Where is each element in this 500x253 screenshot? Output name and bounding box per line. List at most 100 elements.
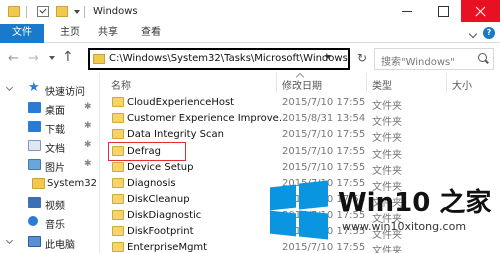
folder-icon <box>112 178 124 188</box>
column-type[interactable]: 类型 <box>372 77 392 92</box>
folder-icon <box>112 194 124 204</box>
back-arrow-icon[interactable]: ← <box>8 51 19 66</box>
toolbar-separator <box>26 6 27 18</box>
search-placeholder: 搜索"Windows" <box>381 57 455 68</box>
ribbon-tabs: 文件 主页 共享 查看 ? <box>0 24 500 43</box>
address-history-chevron-down-icon[interactable] <box>325 55 331 59</box>
search-icon[interactable] <box>478 53 487 62</box>
folder-icon <box>32 178 45 189</box>
file-name: CloudExperienceHost <box>127 97 235 108</box>
column-divider[interactable] <box>276 73 277 93</box>
sidebar-item-pictures[interactable]: 图片 ✱ <box>0 155 100 175</box>
picture-icon <box>28 159 41 170</box>
column-header: 名称 修改日期 类型 大小 <box>100 72 500 93</box>
help-icon[interactable]: ? <box>483 27 495 39</box>
file-type: 文件夹 <box>372 150 402 161</box>
pin-icon: ✱ <box>84 140 92 150</box>
sidebar-item-label: 下载 <box>45 125 65 136</box>
sidebar-item-quick-access[interactable]: ★ 快速访问 <box>0 79 100 99</box>
folder-icon[interactable] <box>8 6 20 17</box>
file-name: Diagnosis <box>127 178 176 189</box>
file-row[interactable]: CloudExperienceHost 2015/7/10 17:55 文件夹 <box>100 95 500 112</box>
file-name: Customer Experience Improve... <box>127 113 289 124</box>
column-divider[interactable] <box>366 73 367 93</box>
recent-locations-chevron-down-icon[interactable] <box>49 56 55 60</box>
sidebar-item-label: 视频 <box>45 201 65 212</box>
pin-icon: ✱ <box>84 159 92 169</box>
maximize-button[interactable] <box>424 0 462 22</box>
file-type: 文件夹 <box>372 133 402 144</box>
file-name: Device Setup <box>127 162 194 173</box>
up-arrow-icon[interactable]: ↑ <box>62 49 74 65</box>
new-folder-icon[interactable] <box>56 6 68 17</box>
folder-icon <box>93 54 105 64</box>
windows-logo-icon <box>270 180 328 240</box>
properties-icon[interactable] <box>37 6 49 17</box>
pin-icon: ✱ <box>84 102 92 112</box>
expand-chevron-icon[interactable] <box>5 83 14 92</box>
folder-icon <box>112 113 124 123</box>
file-date: 2015/7/10 17:55 <box>282 97 366 108</box>
column-divider[interactable] <box>446 73 447 93</box>
tab-share[interactable]: 共享 <box>98 24 118 43</box>
sidebar-item-label: 文档 <box>45 144 65 155</box>
sidebar-item-music[interactable]: 音乐 <box>0 212 100 232</box>
watermark-logo: Win10 之家 www.win10xitong.com <box>270 170 500 253</box>
sidebar-item-videos[interactable]: 视频 <box>0 193 100 213</box>
minimize-button[interactable] <box>388 0 426 22</box>
download-icon <box>28 121 41 132</box>
tab-file[interactable]: 文件 <box>0 24 44 43</box>
expand-chevron-icon[interactable] <box>5 236 14 245</box>
file-row[interactable]: Data Integrity Scan 2015/7/10 17:55 文件夹 <box>100 127 500 144</box>
sidebar-item-documents[interactable]: 文档 ✱ <box>0 136 100 156</box>
pin-icon: ✱ <box>84 121 92 131</box>
logo-pane <box>270 210 296 237</box>
forward-arrow-icon[interactable]: → <box>28 51 39 66</box>
sidebar-item-downloads[interactable]: 下载 ✱ <box>0 117 100 137</box>
folder-icon <box>112 226 124 236</box>
star-icon: ★ <box>28 80 40 95</box>
column-size[interactable]: 大小 <box>452 77 472 92</box>
tab-home[interactable]: 主页 <box>60 24 80 43</box>
desktop-icon <box>28 102 41 113</box>
navigation-pane: ★ 快速访问 桌面 ✱ 下载 ✱ 文档 ✱ 图片 ✱ System32 视频 音… <box>0 73 100 253</box>
music-icon <box>28 216 38 226</box>
video-icon <box>28 197 41 208</box>
file-row[interactable]: Customer Experience Improve... 2015/8/31… <box>100 111 500 128</box>
refresh-icon[interactable]: ↻ <box>351 48 373 70</box>
column-name[interactable]: 名称 <box>111 77 131 92</box>
file-type: 文件夹 <box>372 101 402 112</box>
logo-pane <box>299 210 328 240</box>
sidebar-item-label: 此电脑 <box>45 240 75 251</box>
folder-icon <box>112 242 124 252</box>
tab-view[interactable]: 查看 <box>141 24 161 43</box>
logo-pane <box>299 180 328 210</box>
file-date: 2015/7/10 17:55 <box>282 129 366 140</box>
address-bar[interactable]: C:\Windows\System32\Tasks\Microsoft\Wind… <box>88 48 350 70</box>
folder-icon <box>112 210 124 220</box>
sidebar-item-desktop[interactable]: 桌面 ✱ <box>0 98 100 118</box>
sidebar-item-label: 音乐 <box>45 220 65 231</box>
column-date[interactable]: 修改日期 <box>282 77 322 92</box>
customize-toolbar-chevron-down-icon[interactable] <box>74 10 80 14</box>
document-icon <box>28 140 41 151</box>
file-name: EnterpriseMgmt <box>127 242 208 253</box>
sidebar-item-label: System32 <box>47 178 98 189</box>
expand-ribbon-chevron-icon[interactable] <box>468 29 478 39</box>
close-button[interactable] <box>461 0 500 22</box>
watermark-url: www.win10xitong.com <box>342 220 467 233</box>
file-name: Data Integrity Scan <box>127 129 224 140</box>
sidebar-item-system32[interactable]: System32 <box>0 174 100 194</box>
sidebar-item-this-pc[interactable]: 此电脑 <box>0 232 100 252</box>
address-path[interactable]: C:\Windows\System32\Tasks\Microsoft\Wind… <box>109 53 348 64</box>
search-input[interactable]: 搜索"Windows" <box>374 48 494 70</box>
title-bar: Windows <box>0 0 500 24</box>
file-name: DiskDiagnostic <box>127 210 202 221</box>
toolbar-separator <box>84 6 85 18</box>
sidebar-item-label: 桌面 <box>45 106 65 117</box>
watermark-title: Win10 之家 <box>338 188 492 218</box>
window-title: Windows <box>93 6 138 17</box>
logo-pane <box>270 184 296 211</box>
folder-icon <box>112 129 124 139</box>
file-type: 文件夹 <box>372 117 402 128</box>
